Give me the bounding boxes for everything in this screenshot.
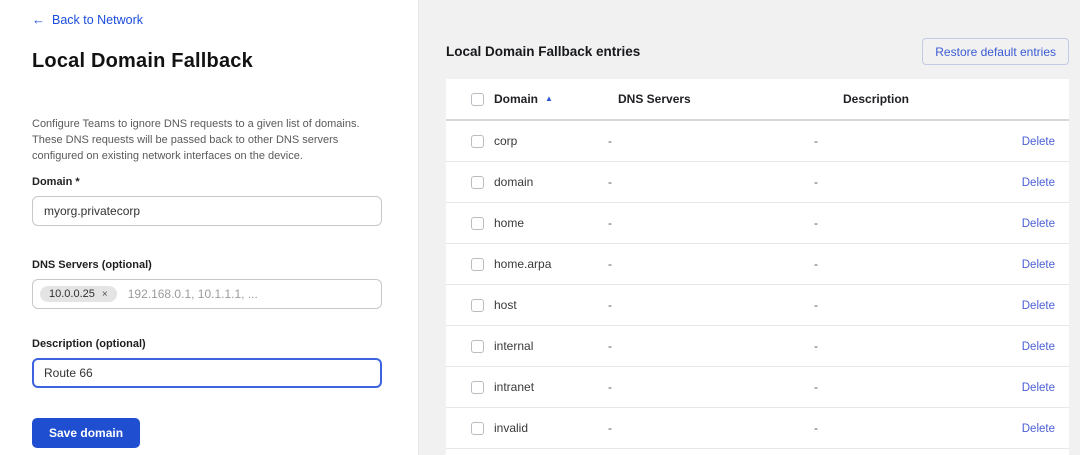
delete-link[interactable]: Delete [1022, 423, 1055, 435]
table-row: invalid - - Delete [446, 408, 1069, 449]
domain-input[interactable] [32, 196, 382, 226]
description-input[interactable] [32, 358, 382, 388]
dns-servers-field: DNS Servers (optional) 10.0.0.25 × [32, 259, 382, 309]
row-domain: invalid [494, 421, 608, 435]
row-checkbox[interactable] [471, 340, 484, 353]
select-all-checkbox[interactable] [471, 93, 484, 106]
row-description: - [814, 257, 979, 271]
table-header-row: Domain ▲ DNS Servers Description [446, 79, 1069, 121]
page-title: Local Domain Fallback [32, 50, 382, 73]
entries-panel: Local Domain Fallback entries Restore de… [418, 0, 1080, 455]
delete-link[interactable]: Delete [1022, 341, 1055, 353]
row-dns-servers: - [608, 257, 814, 271]
row-domain: host [494, 298, 608, 312]
table-row: domain - - Delete [446, 162, 1069, 203]
column-header-domain-label: Domain [494, 92, 538, 106]
row-dns-servers: - [608, 380, 814, 394]
domain-label: Domain * [32, 176, 382, 188]
save-domain-button[interactable]: Save domain [32, 418, 140, 448]
row-checkbox[interactable] [471, 176, 484, 189]
row-domain: home [494, 216, 608, 230]
row-domain: internal [494, 339, 608, 353]
row-description: - [814, 298, 979, 312]
table-row: home.arpa - - Delete [446, 244, 1069, 285]
row-checkbox[interactable] [471, 258, 484, 271]
table-body: corp - - Delete domain - - Delete home -… [446, 121, 1069, 449]
dns-server-tag-value: 10.0.0.25 [49, 288, 95, 300]
table-row: host - - Delete [446, 285, 1069, 326]
row-dns-servers: - [608, 175, 814, 189]
dns-servers-input[interactable]: 10.0.0.25 × [32, 279, 382, 309]
description-field: Description (optional) [32, 338, 382, 388]
dns-servers-label: DNS Servers (optional) [32, 259, 382, 271]
table-row: corp - - Delete [446, 121, 1069, 162]
dns-servers-text-input[interactable] [117, 286, 374, 302]
row-dns-servers: - [608, 134, 814, 148]
row-checkbox[interactable] [471, 217, 484, 230]
row-checkbox[interactable] [471, 135, 484, 148]
column-header-domain[interactable]: Domain ▲ [494, 92, 608, 106]
row-dns-servers: - [608, 216, 814, 230]
row-description: - [814, 339, 979, 353]
local-domain-fallback-page: ← Back to Network Local Domain Fallback … [0, 0, 1080, 455]
form-panel: ← Back to Network Local Domain Fallback … [0, 0, 418, 455]
restore-default-entries-button[interactable]: Restore default entries [922, 38, 1069, 65]
row-domain: domain [494, 175, 608, 189]
partial-next-row [446, 449, 1069, 455]
back-to-network-link[interactable]: ← Back to Network [32, 12, 143, 27]
back-arrow-icon: ← [32, 12, 45, 27]
row-dns-servers: - [608, 421, 814, 435]
row-dns-servers: - [608, 339, 814, 353]
row-domain: corp [494, 134, 608, 148]
description-label: Description (optional) [32, 338, 382, 350]
row-description: - [814, 421, 979, 435]
dns-server-tag: 10.0.0.25 × [40, 286, 117, 302]
row-description: - [814, 216, 979, 230]
page-description: Configure Teams to ignore DNS requests t… [32, 116, 370, 164]
row-domain: intranet [494, 380, 608, 394]
delete-link[interactable]: Delete [1022, 136, 1055, 148]
row-domain: home.arpa [494, 257, 608, 271]
entries-panel-header: Local Domain Fallback entries Restore de… [446, 38, 1069, 65]
column-header-description[interactable]: Description [814, 92, 979, 106]
column-header-dns-servers[interactable]: DNS Servers [608, 92, 814, 106]
delete-link[interactable]: Delete [1022, 300, 1055, 312]
table-row: home - - Delete [446, 203, 1069, 244]
delete-link[interactable]: Delete [1022, 382, 1055, 394]
remove-tag-icon[interactable]: × [102, 289, 108, 300]
sort-ascending-icon: ▲ [545, 94, 553, 103]
table-row: intranet - - Delete [446, 367, 1069, 408]
delete-link[interactable]: Delete [1022, 259, 1055, 271]
row-description: - [814, 134, 979, 148]
entries-title: Local Domain Fallback entries [446, 44, 640, 59]
back-link-label: Back to Network [52, 13, 143, 27]
entries-table: Domain ▲ DNS Servers Description corp - … [446, 79, 1069, 455]
table-row: internal - - Delete [446, 326, 1069, 367]
delete-link[interactable]: Delete [1022, 218, 1055, 230]
row-description: - [814, 380, 979, 394]
row-description: - [814, 175, 979, 189]
domain-field: Domain * [32, 176, 382, 226]
row-checkbox[interactable] [471, 381, 484, 394]
row-dns-servers: - [608, 298, 814, 312]
delete-link[interactable]: Delete [1022, 177, 1055, 189]
row-checkbox[interactable] [471, 299, 484, 312]
row-checkbox[interactable] [471, 422, 484, 435]
